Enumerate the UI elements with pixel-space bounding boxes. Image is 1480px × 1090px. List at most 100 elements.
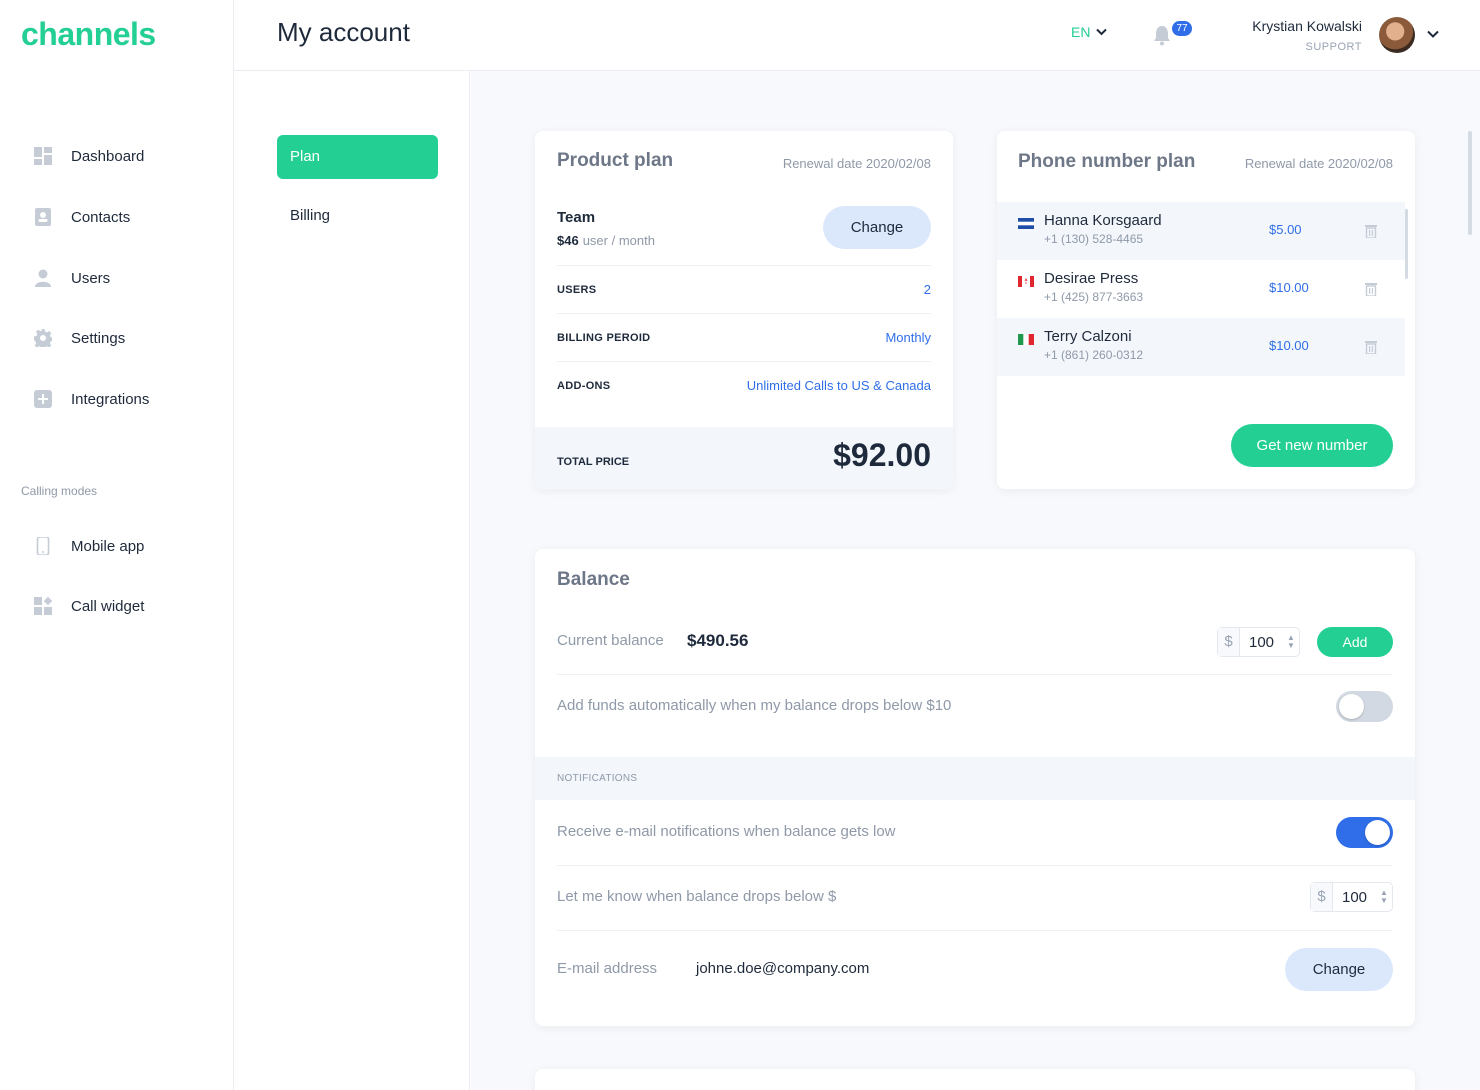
plan-row: BILLING PEROID Monthly <box>557 313 931 361</box>
stepper-arrows-icon[interactable]: ▲ ▼ <box>1284 634 1298 650</box>
contact-name: Terry Calzoni <box>1044 328 1132 345</box>
auto-funds-label: Add funds automatically when my balance … <box>557 697 952 714</box>
section-label: Calling modes <box>21 484 98 498</box>
plan-price: $46 user / month <box>557 233 655 248</box>
page-scrollbar[interactable] <box>1468 131 1472 235</box>
card-title: Phone number plan <box>1018 151 1196 172</box>
page-title: My account <box>277 17 410 47</box>
divider <box>557 674 1393 675</box>
sidebar-item-settings[interactable]: Settings <box>0 318 233 358</box>
email-notif-label: Receive e-mail notifications when balanc… <box>557 823 896 840</box>
canada-flag-icon <box>1018 276 1034 287</box>
phone-number: +1 (425) 877-3663 <box>1044 290 1144 304</box>
sidebar-item-label: Integrations <box>71 390 150 408</box>
change-email-button[interactable]: Change <box>1285 948 1393 991</box>
chevron-down-icon[interactable] <box>1426 27 1440 41</box>
current-balance-value: $490.56 <box>687 631 749 650</box>
user-role: SUPPORT <box>1305 41 1362 53</box>
email-label: E-mail address <box>557 960 658 977</box>
threshold-stepper[interactable]: $ 100 ▲ ▼ <box>1310 882 1393 912</box>
sidebar-item-label: Users <box>71 269 111 287</box>
add-amount-value: 100 <box>1249 633 1275 651</box>
italy-flag-icon <box>1018 334 1034 345</box>
plan-row: USERS 2 <box>557 265 931 313</box>
sidebar-item-mobile-app[interactable]: Mobile app <box>0 526 233 566</box>
renewal-date: Renewal date 2020/02/08 <box>782 156 931 171</box>
plan-name: Team <box>557 209 596 226</box>
tab-billing[interactable]: Billing <box>290 207 330 224</box>
sidebar: channels Dashboard Contacts Users Settin… <box>0 0 234 1090</box>
logo[interactable]: channels <box>21 16 156 53</box>
current-balance-label: Current balance <box>557 632 664 649</box>
card-title: Product plan <box>557 150 674 171</box>
phone-number-row[interactable]: Desirae Press +1 (425) 877-3663 $10.00 <box>997 260 1405 318</box>
main-content: Product plan Renewal date 2020/02/08 Tea… <box>471 71 1480 1090</box>
user-icon <box>35 269 51 287</box>
product-plan-card: Product plan Renewal date 2020/02/08 Tea… <box>535 131 953 489</box>
account-subnav: Plan Billing <box>234 71 470 1090</box>
list-scrollbar[interactable] <box>1405 209 1408 279</box>
avatar[interactable] <box>1379 17 1415 53</box>
stepper-arrows-icon[interactable]: ▲ ▼ <box>1377 889 1391 905</box>
total-price-band: TOTAL PRICE $92.00 <box>535 427 953 489</box>
contacts-icon <box>35 208 51 226</box>
card-title: Balance <box>557 569 630 590</box>
trash-icon[interactable] <box>1365 340 1377 354</box>
email-notif-toggle[interactable] <box>1336 817 1393 848</box>
sidebar-item-label: Mobile app <box>71 537 145 555</box>
phone-number-row[interactable]: Hanna Korsgaard +1 (130) 528-4465 $5.00 <box>997 202 1405 260</box>
sidebar-item-users[interactable]: Users <box>0 258 233 298</box>
user-name: Krystian Kowalski <box>1252 18 1362 34</box>
sidebar-item-integrations[interactable]: Integrations <box>0 379 233 419</box>
currency-symbol: $ <box>1218 628 1240 656</box>
row-key: ADD-ONS <box>557 380 611 392</box>
trash-icon[interactable] <box>1365 224 1377 238</box>
phone-number: +1 (130) 528-4465 <box>1044 232 1144 246</box>
el-salvador-flag-icon <box>1018 218 1034 229</box>
sidebar-item-contacts[interactable]: Contacts <box>0 197 233 237</box>
sidebar-item-call-widget[interactable]: Call widget <box>0 586 233 626</box>
row-key: BILLING PEROID <box>557 332 651 344</box>
notifications-label: NOTIFICATIONS <box>557 773 638 784</box>
add-funds-button[interactable]: Add <box>1317 627 1393 657</box>
mobile-icon <box>36 537 50 555</box>
currency-symbol: $ <box>1311 883 1333 911</box>
threshold-label: Let me know when balance drops below $ <box>557 888 837 905</box>
balance-card: Balance Current balance $490.56 $ 100 ▲ ▼… <box>535 549 1415 1026</box>
number-price: $10.00 <box>1269 338 1309 353</box>
number-price: $10.00 <box>1269 280 1309 295</box>
phone-plan-card: Phone number plan Renewal date 2020/02/0… <box>997 131 1415 489</box>
contact-name: Desirae Press <box>1044 270 1139 287</box>
next-card <box>535 1069 1415 1090</box>
add-amount-stepper[interactable]: $ 100 ▲ ▼ <box>1217 627 1300 657</box>
auto-funds-toggle[interactable] <box>1336 691 1393 722</box>
notification-badge: 77 <box>1172 21 1192 36</box>
dashboard-icon <box>34 147 52 165</box>
phone-number-row[interactable]: Terry Calzoni +1 (861) 260-0312 $10.00 <box>997 318 1405 376</box>
chevron-down-icon <box>1096 28 1108 36</box>
sidebar-item-dashboard[interactable]: Dashboard <box>0 136 233 176</box>
plan-price-unit: user / month <box>582 233 655 248</box>
header: My account EN 77 Krystian Kowalski SUPPO… <box>234 0 1480 71</box>
tab-plan[interactable]: Plan <box>277 135 438 179</box>
plan-row: ADD-ONS Unlimited Calls to US & Canada <box>557 361 931 409</box>
get-new-number-button[interactable]: Get new number <box>1231 424 1393 467</box>
bell-icon[interactable] <box>1151 24 1173 46</box>
total-value: $92.00 <box>833 437 931 473</box>
change-plan-button[interactable]: Change <box>823 206 931 249</box>
trash-icon[interactable] <box>1365 282 1377 296</box>
row-key: USERS <box>557 284 597 296</box>
contact-name: Hanna Korsgaard <box>1044 212 1162 229</box>
language-value: EN <box>1071 24 1091 40</box>
total-label: TOTAL PRICE <box>557 456 630 468</box>
widget-icon <box>34 597 52 615</box>
sidebar-item-label: Contacts <box>71 208 131 226</box>
toggle-knob <box>1339 694 1364 719</box>
notifications-header: NOTIFICATIONS <box>535 757 1415 800</box>
plus-square-icon <box>34 390 52 408</box>
threshold-value: 100 <box>1342 888 1368 906</box>
row-value: Unlimited Calls to US & Canada <box>746 378 931 393</box>
language-select[interactable]: EN <box>1071 24 1108 40</box>
renewal-date: Renewal date 2020/02/08 <box>1244 156 1393 171</box>
row-value: Monthly <box>885 330 931 345</box>
